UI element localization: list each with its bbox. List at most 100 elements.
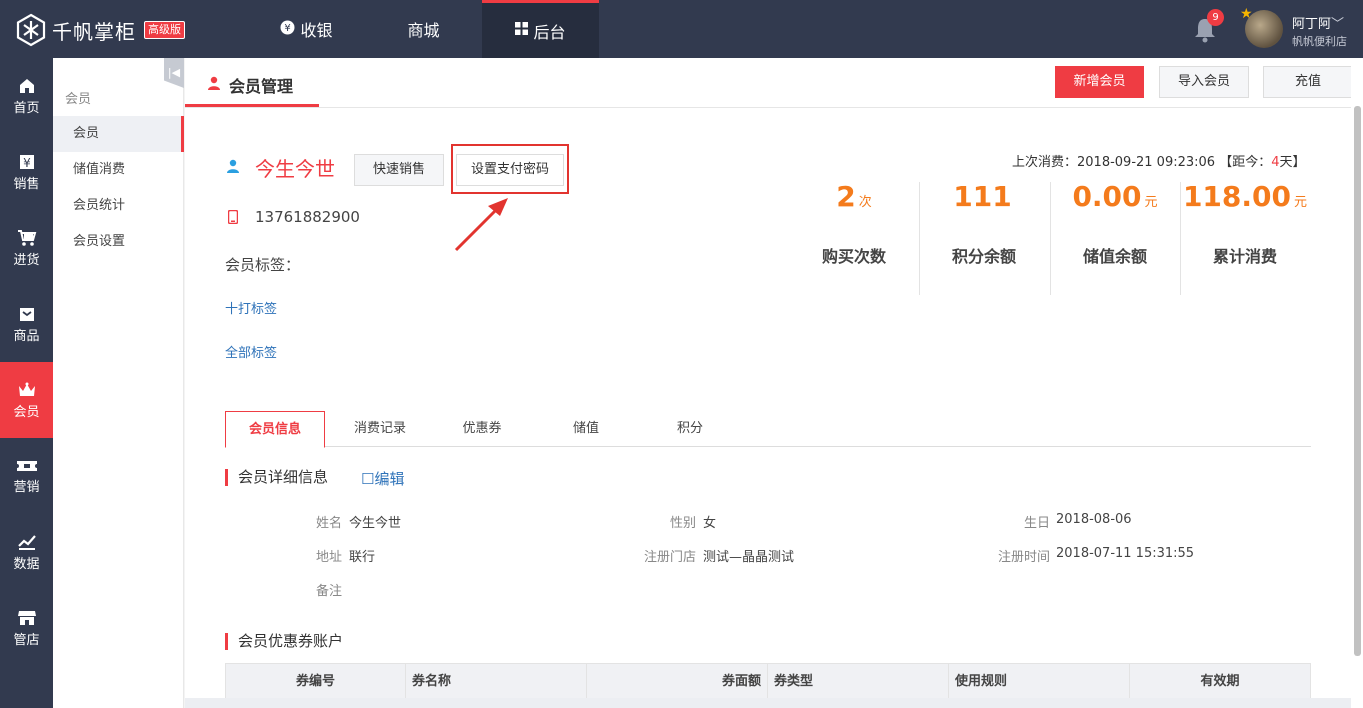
- box-icon: [19, 307, 34, 321]
- stat-purchase-count: 2次 购买次数: [821, 180, 886, 266]
- member-name: 今生今世: [255, 157, 335, 181]
- notification-count: 9: [1207, 9, 1224, 26]
- tab-consume-records[interactable]: 消费记录: [335, 411, 425, 447]
- subnav-item-member[interactable]: 会员: [53, 116, 184, 152]
- top-bar: 千帆掌柜 高级版 ¥ 收银 商城 后台 9 ★ 阿丁阿﹀ 帆帆便利店: [0, 0, 1363, 58]
- bottom-strip: [185, 698, 1351, 708]
- coupon-section-title: 会员优惠券账户: [225, 633, 343, 650]
- svg-text:¥: ¥: [23, 156, 31, 170]
- store-icon: [17, 610, 36, 625]
- annotation-arrow: [454, 198, 508, 252]
- topnav-cashier[interactable]: ¥ 收银: [248, 0, 365, 58]
- receipt-icon: ¥: [19, 154, 34, 170]
- field-value-address: 联行: [349, 550, 376, 565]
- field-label-address: 地址: [315, 550, 342, 565]
- member-person-icon: [227, 159, 239, 173]
- left-navigation: 首页 ¥ 销售 进货 商品 会员 营销 数据 管店: [0, 58, 53, 708]
- yen-circle-icon: ¥: [280, 20, 295, 39]
- stat-points-balance: 111 积分余额: [951, 180, 1016, 266]
- field-value-register-time: 2018-07-11 15:31:55: [1056, 546, 1195, 561]
- member-phone: 13761882900: [255, 208, 360, 226]
- highlight-box: [451, 144, 569, 194]
- last-consume-info: 上次消费：2018-09-21 09:23:06 【距今：4天】: [1012, 155, 1306, 170]
- field-label-birthday: 生日: [1023, 516, 1050, 531]
- crown-icon: [18, 382, 35, 396]
- recharge-button[interactable]: 充值: [1263, 66, 1353, 98]
- leftnav-goods[interactable]: 商品: [0, 286, 53, 362]
- field-label-register-time: 注册时间: [997, 550, 1050, 565]
- user-shop: 帆帆便利店: [1292, 35, 1347, 48]
- detail-section-title: 会员详细信息: [225, 469, 328, 486]
- main-content: 会员管理 新增会员 导入会员 充值 今生今世 快速销售 设置支付密码 13761…: [185, 58, 1353, 708]
- field-value-store: 测试—晶晶测试: [703, 550, 795, 565]
- topnav-backend[interactable]: 后台: [482, 0, 599, 58]
- edition-badge: 高级版: [144, 21, 185, 39]
- sub-navigation: |◀ 会员 会员 储值消费 会员统计 会员设置: [53, 58, 184, 708]
- ticket-icon: [16, 460, 37, 471]
- field-value-birthday: 2018-08-06: [1056, 512, 1132, 527]
- svg-text:¥: ¥: [285, 23, 291, 34]
- field-value-gender: 女: [703, 516, 717, 531]
- topnav-cashier-label: 收银: [300, 21, 333, 40]
- subnav-item-settings[interactable]: 会员设置: [53, 224, 184, 260]
- tab-points[interactable]: 积分: [645, 411, 735, 447]
- topnav-backend-label: 后台: [533, 22, 566, 42]
- leftnav-sales[interactable]: ¥ 销售: [0, 134, 53, 210]
- tab-coupons[interactable]: 优惠券: [437, 411, 527, 447]
- brand-logo-icon: [16, 13, 46, 47]
- brand-name: 千帆掌柜: [52, 19, 136, 44]
- member-tags-label: 会员标签：: [225, 256, 301, 274]
- tab-member-info[interactable]: 会员信息: [225, 411, 325, 448]
- chevron-down-icon: ﹀: [1331, 17, 1345, 32]
- column-header-coupon-type[interactable]: 券类型: [768, 664, 949, 700]
- top-navigation: ¥ 收银 商城 后台: [248, 0, 599, 58]
- leftnav-purchase[interactable]: 进货: [0, 210, 53, 286]
- subnav-item-statistics[interactable]: 会员统计: [53, 188, 184, 224]
- page-tab-indicator: [185, 104, 319, 107]
- field-label-note: 备注: [315, 584, 342, 599]
- edit-detail-link[interactable]: ☐编辑: [361, 468, 404, 489]
- stat-stored-balance: 0.00 元 储值余额: [1072, 180, 1158, 266]
- vertical-scrollbar[interactable]: [1351, 58, 1363, 708]
- import-member-button[interactable]: 导入会员: [1159, 66, 1249, 98]
- stat-total-consume: 118.00 元 累计消费: [1182, 180, 1308, 266]
- leftnav-data[interactable]: 数据: [0, 514, 53, 590]
- leftnav-member[interactable]: 会员: [0, 362, 53, 438]
- column-header-coupon-no[interactable]: 券编号: [226, 664, 406, 700]
- tab-stored-value[interactable]: 储值: [541, 411, 631, 447]
- subnav-title: 会员: [65, 92, 92, 107]
- column-header-usage-rule[interactable]: 使用规则: [949, 664, 1130, 700]
- page-title: 会员管理: [229, 77, 294, 96]
- field-label-gender: 性别: [669, 516, 696, 531]
- star-icon: ★: [1240, 6, 1253, 22]
- quick-sale-button[interactable]: 快速销售: [354, 154, 444, 186]
- page-header: 会员管理 新增会员 导入会员 充值: [185, 58, 1353, 108]
- field-label-name: 姓名: [315, 516, 342, 531]
- column-header-coupon-name[interactable]: 券名称: [406, 664, 587, 700]
- column-header-coupon-amount[interactable]: 券面额: [587, 664, 768, 700]
- leftnav-store[interactable]: 管店: [0, 590, 53, 666]
- field-value-name: 今生今世: [349, 516, 402, 531]
- add-tag-link[interactable]: 十打标签: [225, 298, 277, 317]
- brand-logo[interactable]: 千帆掌柜 高级版: [14, 13, 185, 47]
- leftnav-home[interactable]: 首页: [0, 58, 53, 134]
- person-icon: [208, 76, 220, 90]
- topnav-mall-label: 商城: [407, 21, 440, 40]
- field-label-store: 注册门店: [643, 550, 696, 565]
- collapse-left-icon: |◀: [167, 66, 181, 79]
- column-header-validity[interactable]: 有效期: [1130, 664, 1310, 700]
- chart-icon: [17, 534, 36, 550]
- all-tags-link[interactable]: 全部标签: [225, 342, 277, 361]
- scrollbar-thumb[interactable]: [1354, 106, 1361, 656]
- edit-icon: ☐: [361, 470, 375, 488]
- grid-icon: [515, 22, 529, 39]
- home-icon: [19, 78, 34, 93]
- subnav-item-stored-value[interactable]: 储值消费: [53, 152, 184, 188]
- leftnav-marketing[interactable]: 营销: [0, 438, 53, 514]
- member-tabs: 会员信息 消费记录 优惠券 储值 积分: [225, 411, 1311, 448]
- add-member-button[interactable]: 新增会员: [1055, 66, 1144, 98]
- user-name[interactable]: 阿丁阿﹀: [1292, 13, 1344, 32]
- topnav-mall[interactable]: 商城: [365, 0, 482, 58]
- collapse-sidebar-button[interactable]: |◀: [164, 58, 184, 88]
- cart-icon: [17, 229, 36, 246]
